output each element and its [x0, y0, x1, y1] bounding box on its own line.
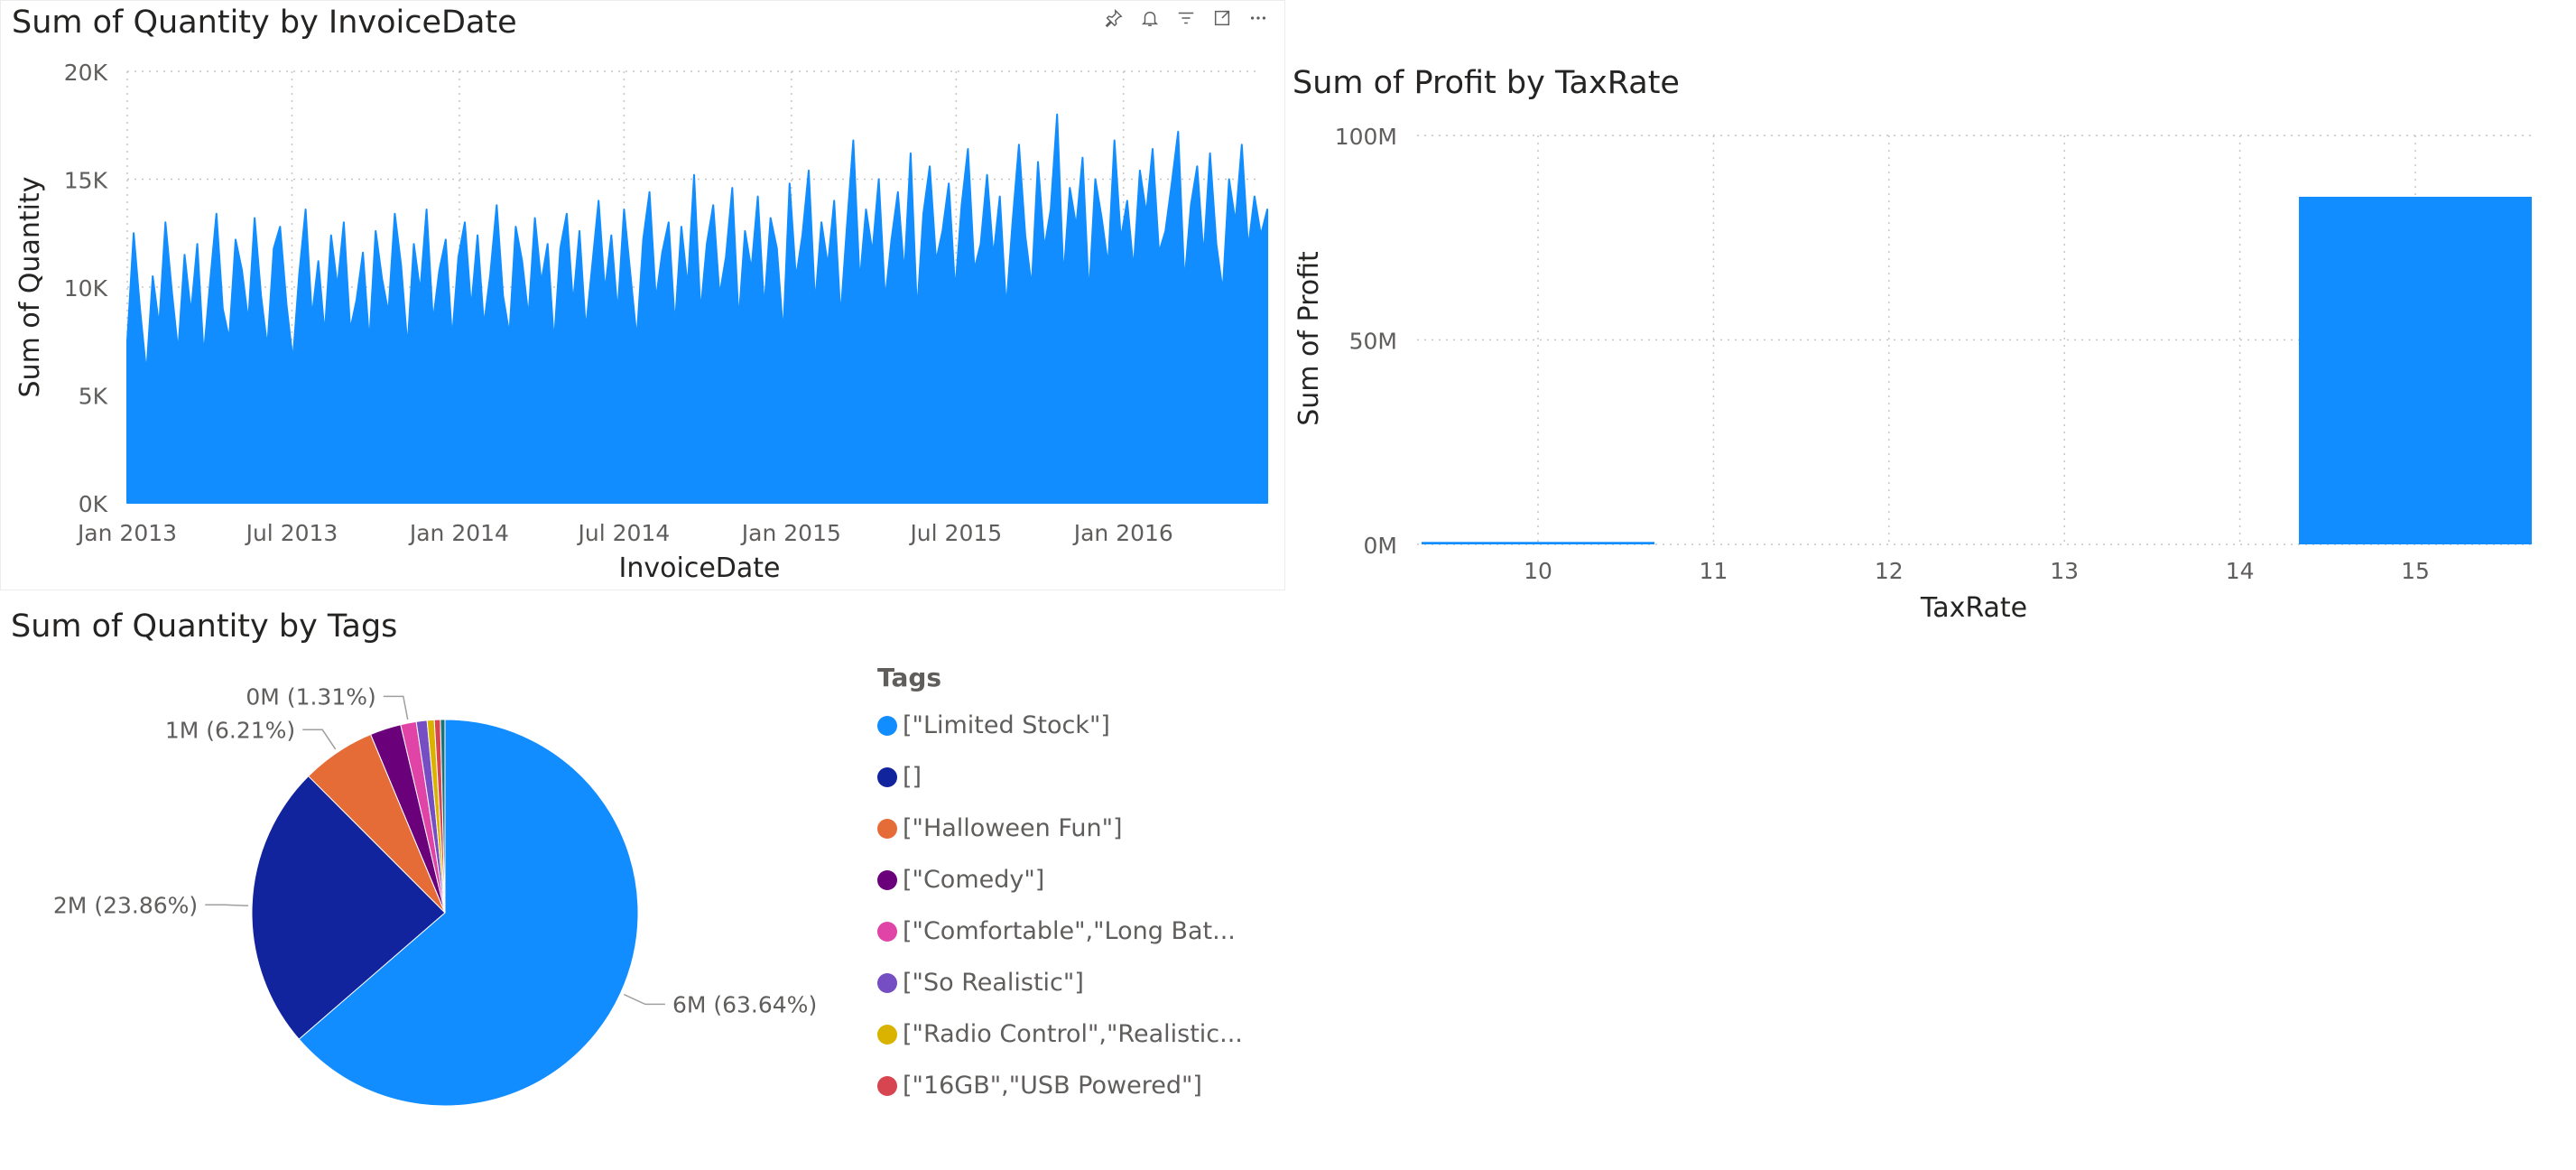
x-tick-label: Jul 2013 — [245, 520, 338, 546]
legend-marker — [877, 1024, 897, 1045]
legend-title: Tags — [877, 663, 942, 692]
legend-item[interactable]: ["Limited Stock"] — [877, 700, 1256, 751]
legend-item[interactable]: [] — [877, 751, 1256, 803]
x-tick-label: Jul 2015 — [908, 520, 1002, 546]
legend-label: ["Radio Control","Realistic... — [903, 1020, 1243, 1048]
pie-data-label: 6M (63.64%) — [672, 991, 817, 1017]
pie-data-label: 2M (23.86%) — [53, 892, 198, 918]
y-tick-label: 10K — [64, 275, 108, 302]
legend-marker — [877, 715, 897, 736]
legend-marker — [877, 1075, 897, 1096]
x-axis-title: InvoiceDate — [619, 552, 781, 584]
x-tick-label: 14 — [2226, 558, 2255, 584]
bar-taxrate-10 — [1422, 542, 1654, 544]
quantity-by-date-visual[interactable]: Sum of Quantity by InvoiceDate 0K 5K 10K 15… — [0, 0, 1285, 590]
data-label-leader — [383, 695, 409, 720]
quantity-area-chart: 0K 5K 10K 15K 20K Jan 2013 Jul 2013 Jan 2014 Jul… — [14, 60, 1269, 584]
legend-item[interactable]: ["So Realistic"] — [877, 957, 1256, 1008]
legend-item[interactable]: ["Radio Control","Realistic... — [877, 1008, 1256, 1060]
x-tick-label: Jan 2015 — [740, 520, 841, 546]
legend-marker — [877, 869, 897, 890]
y-tick-label: 0K — [79, 491, 108, 517]
profit-bar-chart: 0M 50M 100M 10 11 12 13 14 15 TaxRate Sum of Profi… — [1293, 124, 2536, 624]
data-label-leader — [302, 729, 337, 750]
y-axis-title: Sum of Quantity — [14, 177, 46, 398]
x-tick-label: Jan 2014 — [408, 520, 509, 546]
y-axis-title: Sum of Profit — [1293, 251, 1325, 426]
bar-taxrate-15 — [2299, 196, 2532, 544]
legend-marker — [877, 766, 897, 787]
x-tick-label: 11 — [1699, 558, 1728, 584]
visual-title: Sum of Quantity by Tags — [11, 608, 398, 645]
legend-label: ["So Realistic"] — [903, 969, 1084, 997]
legend-marker — [877, 972, 897, 993]
x-tick-label: 15 — [2401, 558, 2430, 584]
legend-label: ["Comedy"] — [903, 866, 1045, 894]
legend-label: [] — [903, 763, 922, 791]
y-tick-label: 50M — [1349, 329, 1397, 355]
y-tick-label: 5K — [79, 384, 108, 410]
legend-marker — [877, 921, 897, 942]
x-tick-label: 12 — [1875, 558, 1904, 584]
x-tick-label: Jan 2016 — [1072, 520, 1173, 546]
legend-label: ["16GB","USB Powered"] — [903, 1072, 1202, 1100]
legend-item[interactable]: ["Comfortable","Long Bat... — [877, 905, 1256, 957]
x-tick-label: 13 — [2050, 558, 2079, 584]
pie-legend: Tags ["Limited Stock"] [] ["Halloween Fun"… — [877, 663, 1256, 1111]
legend-item[interactable]: ["16GB","USB Powered"] — [877, 1060, 1256, 1111]
legend-label: ["Halloween Fun"] — [903, 814, 1123, 842]
x-tick-label: Jul 2014 — [577, 520, 671, 546]
x-tick-label: Jan 2013 — [76, 520, 177, 546]
y-tick-label: 0M — [1364, 533, 1397, 559]
x-axis-title: TaxRate — [1920, 592, 2027, 624]
x-tick-label: 10 — [1524, 558, 1552, 584]
tags-pie-chart: 6M (63.64%) 2M (23.86%) 1M (6.21%) 0M (1.31… — [53, 683, 817, 1107]
data-label-leader — [623, 993, 665, 1006]
legend-label: ["Comfortable","Long Bat... — [903, 917, 1236, 945]
legend-label: ["Limited Stock"] — [903, 711, 1110, 739]
y-tick-label: 15K — [64, 168, 108, 194]
legend-item[interactable]: ["Halloween Fun"] — [877, 803, 1256, 854]
legend-marker — [877, 818, 897, 839]
pie-data-label: 0M (1.31%) — [246, 683, 375, 710]
series-area — [126, 113, 1269, 504]
pie-data-label: 1M (6.21%) — [165, 717, 295, 743]
profit-by-taxrate-visual[interactable]: Sum of Profit by TaxRate 0M 50M 100M 10 11 12… — [1285, 0, 2576, 641]
y-tick-label: 100M — [1335, 124, 1397, 150]
legend-item[interactable]: ["Comedy"] — [877, 854, 1256, 905]
y-tick-label: 20K — [64, 60, 108, 86]
